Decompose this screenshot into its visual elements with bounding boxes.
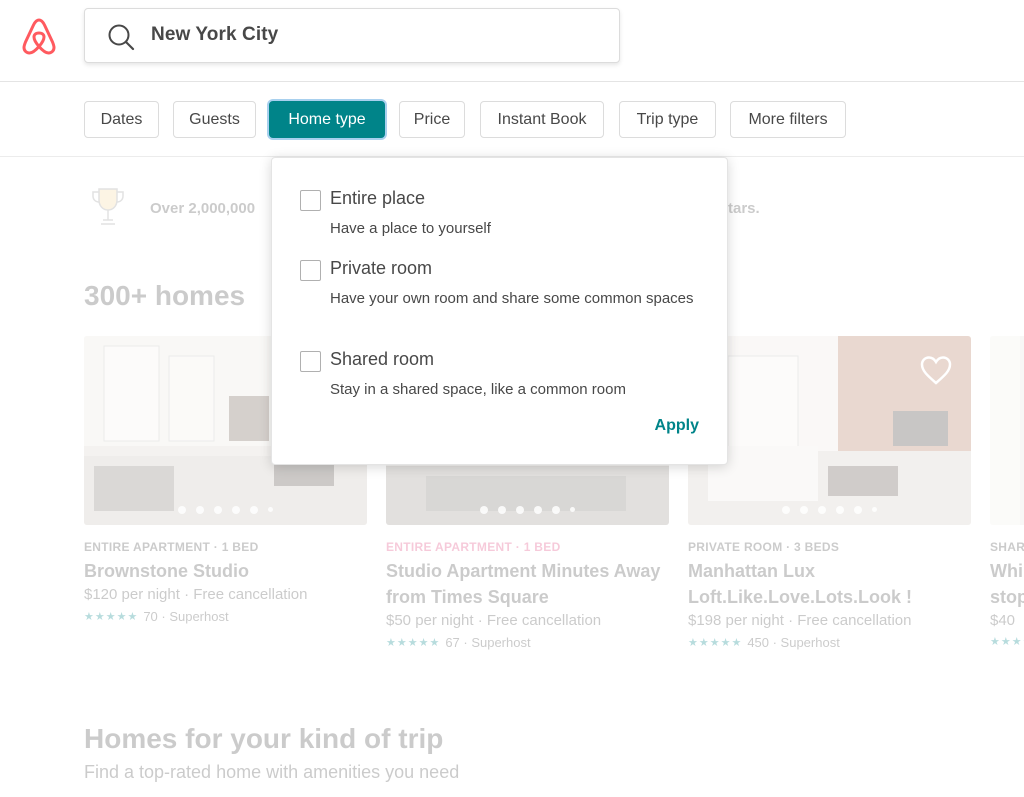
listing-title-line[interactable]: Whi: [990, 558, 1024, 584]
photo-dot[interactable]: [570, 507, 575, 512]
search-box[interactable]: New York City: [84, 8, 620, 63]
listing-kicker: SHAR: [990, 540, 1024, 554]
private-room-checkbox[interactable]: [300, 260, 321, 281]
photo-dot[interactable]: [872, 507, 877, 512]
listing-card-partial[interactable]: SHAR Whi stop $40 ★★★★★: [990, 336, 1024, 666]
rating-stars: ★★★★★: [386, 637, 441, 649]
listing-rating: ★★★★★ 450 · Superhost: [688, 635, 971, 650]
photo-dot[interactable]: [232, 506, 240, 514]
photo-dots[interactable]: [688, 506, 971, 514]
search-input[interactable]: New York City: [151, 24, 278, 46]
header: New York City: [0, 0, 1024, 82]
photo-dot[interactable]: [498, 506, 506, 514]
listing-rating: ★★★★★ 70 · Superhost: [84, 609, 367, 624]
option-label[interactable]: Entire place: [330, 188, 425, 209]
section-title: 300+ homes: [84, 280, 246, 311]
photo-dot[interactable]: [250, 506, 258, 514]
rating-stars: ★★★★★: [84, 611, 139, 623]
rating-stars: ★★★★★: [990, 636, 1024, 648]
listing-kicker: PRIVATE ROOM · 3 BEDS: [688, 540, 840, 554]
option-description: Have your own room and share some common…: [330, 290, 694, 307]
entire-place-checkbox[interactable]: [300, 190, 321, 211]
listing-price: $120 per night · Free cancellation: [84, 586, 308, 603]
listing-price: $50 per night · Free cancellation: [386, 612, 602, 629]
shared-room-checkbox[interactable]: [300, 351, 321, 372]
listing-price: $198 per night · Free cancellation: [688, 612, 912, 629]
photo-dot[interactable]: [782, 506, 790, 514]
listing-rating: ★★★★★: [990, 635, 1024, 648]
home-type-dropdown: Entire place Have a place to yourself Pr…: [271, 157, 728, 465]
room-photo: [990, 336, 1024, 525]
kind-of-trip-title: Homes for your kind of trip: [84, 723, 444, 754]
trophy-icon: [92, 188, 124, 225]
filter-price-button[interactable]: Price: [399, 101, 465, 138]
heart-icon[interactable]: [919, 354, 953, 386]
notice-text-end: tars.: [728, 200, 760, 217]
filter-guests-button[interactable]: Guests: [173, 101, 256, 138]
kind-of-trip-subtitle: Find a top-rated home with amenities you…: [84, 762, 460, 782]
listing-photo[interactable]: [990, 336, 1024, 525]
photo-dot[interactable]: [854, 506, 862, 514]
photo-dot[interactable]: [534, 506, 542, 514]
photo-dots[interactable]: [386, 506, 669, 514]
filter-more-filters-button[interactable]: More filters: [730, 101, 846, 138]
apply-button[interactable]: Apply: [655, 417, 699, 435]
listing-card[interactable]: PRIVATE ROOM · 3 BEDS Manhattan Lux Loft…: [688, 336, 971, 650]
photo-dot[interactable]: [818, 506, 826, 514]
photo-dot[interactable]: [800, 506, 808, 514]
photo-dot[interactable]: [268, 507, 273, 512]
filter-trip-type-button[interactable]: Trip type: [619, 101, 716, 138]
photo-dot[interactable]: [196, 506, 204, 514]
listing-rating: ★★★★★ 67 · Superhost: [386, 635, 669, 650]
listing-title[interactable]: Studio Apartment Minutes Away from Times…: [386, 558, 669, 610]
photo-dot[interactable]: [178, 506, 186, 514]
rating-count: 450 · Superhost: [747, 635, 840, 650]
filter-home-type-button[interactable]: Home type: [269, 101, 385, 138]
option-description: Stay in a shared space, like a common ro…: [330, 381, 626, 398]
photo-dot[interactable]: [516, 506, 524, 514]
rating-count: 67 · Superhost: [445, 635, 531, 650]
photo-dot[interactable]: [480, 506, 488, 514]
option-description: Have a place to yourself: [330, 220, 491, 237]
photo-dot[interactable]: [552, 506, 560, 514]
listing-kicker: ENTIRE APARTMENT · 1 BED: [386, 540, 561, 554]
rating-stars: ★★★★★: [688, 637, 743, 649]
photo-dots[interactable]: [84, 506, 367, 514]
rating-count: 70 · Superhost: [143, 609, 229, 624]
photo-dot[interactable]: [214, 506, 222, 514]
photo-dot[interactable]: [836, 506, 844, 514]
filter-instant-book-button[interactable]: Instant Book: [480, 101, 604, 138]
filter-dates-button[interactable]: Dates: [84, 101, 159, 138]
listing-title[interactable]: Manhattan Lux Loft.Like.Love.Lots.Look !: [688, 558, 971, 610]
option-label[interactable]: Shared room: [330, 349, 434, 370]
airbnb-logo-icon[interactable]: [21, 17, 57, 55]
listing-title[interactable]: Brownstone Studio: [84, 558, 367, 584]
listing-price: $40: [990, 612, 1016, 629]
listing-kicker: ENTIRE APARTMENT · 1 BED: [84, 540, 259, 554]
option-label[interactable]: Private room: [330, 258, 432, 279]
filter-bar: Dates Guests Home type Price Instant Boo…: [0, 82, 1024, 157]
search-icon: [108, 24, 135, 51]
listing-title-line[interactable]: stop: [990, 584, 1024, 610]
notice-text: Over 2,000,000: [150, 200, 256, 217]
listing-photo[interactable]: [688, 336, 971, 525]
